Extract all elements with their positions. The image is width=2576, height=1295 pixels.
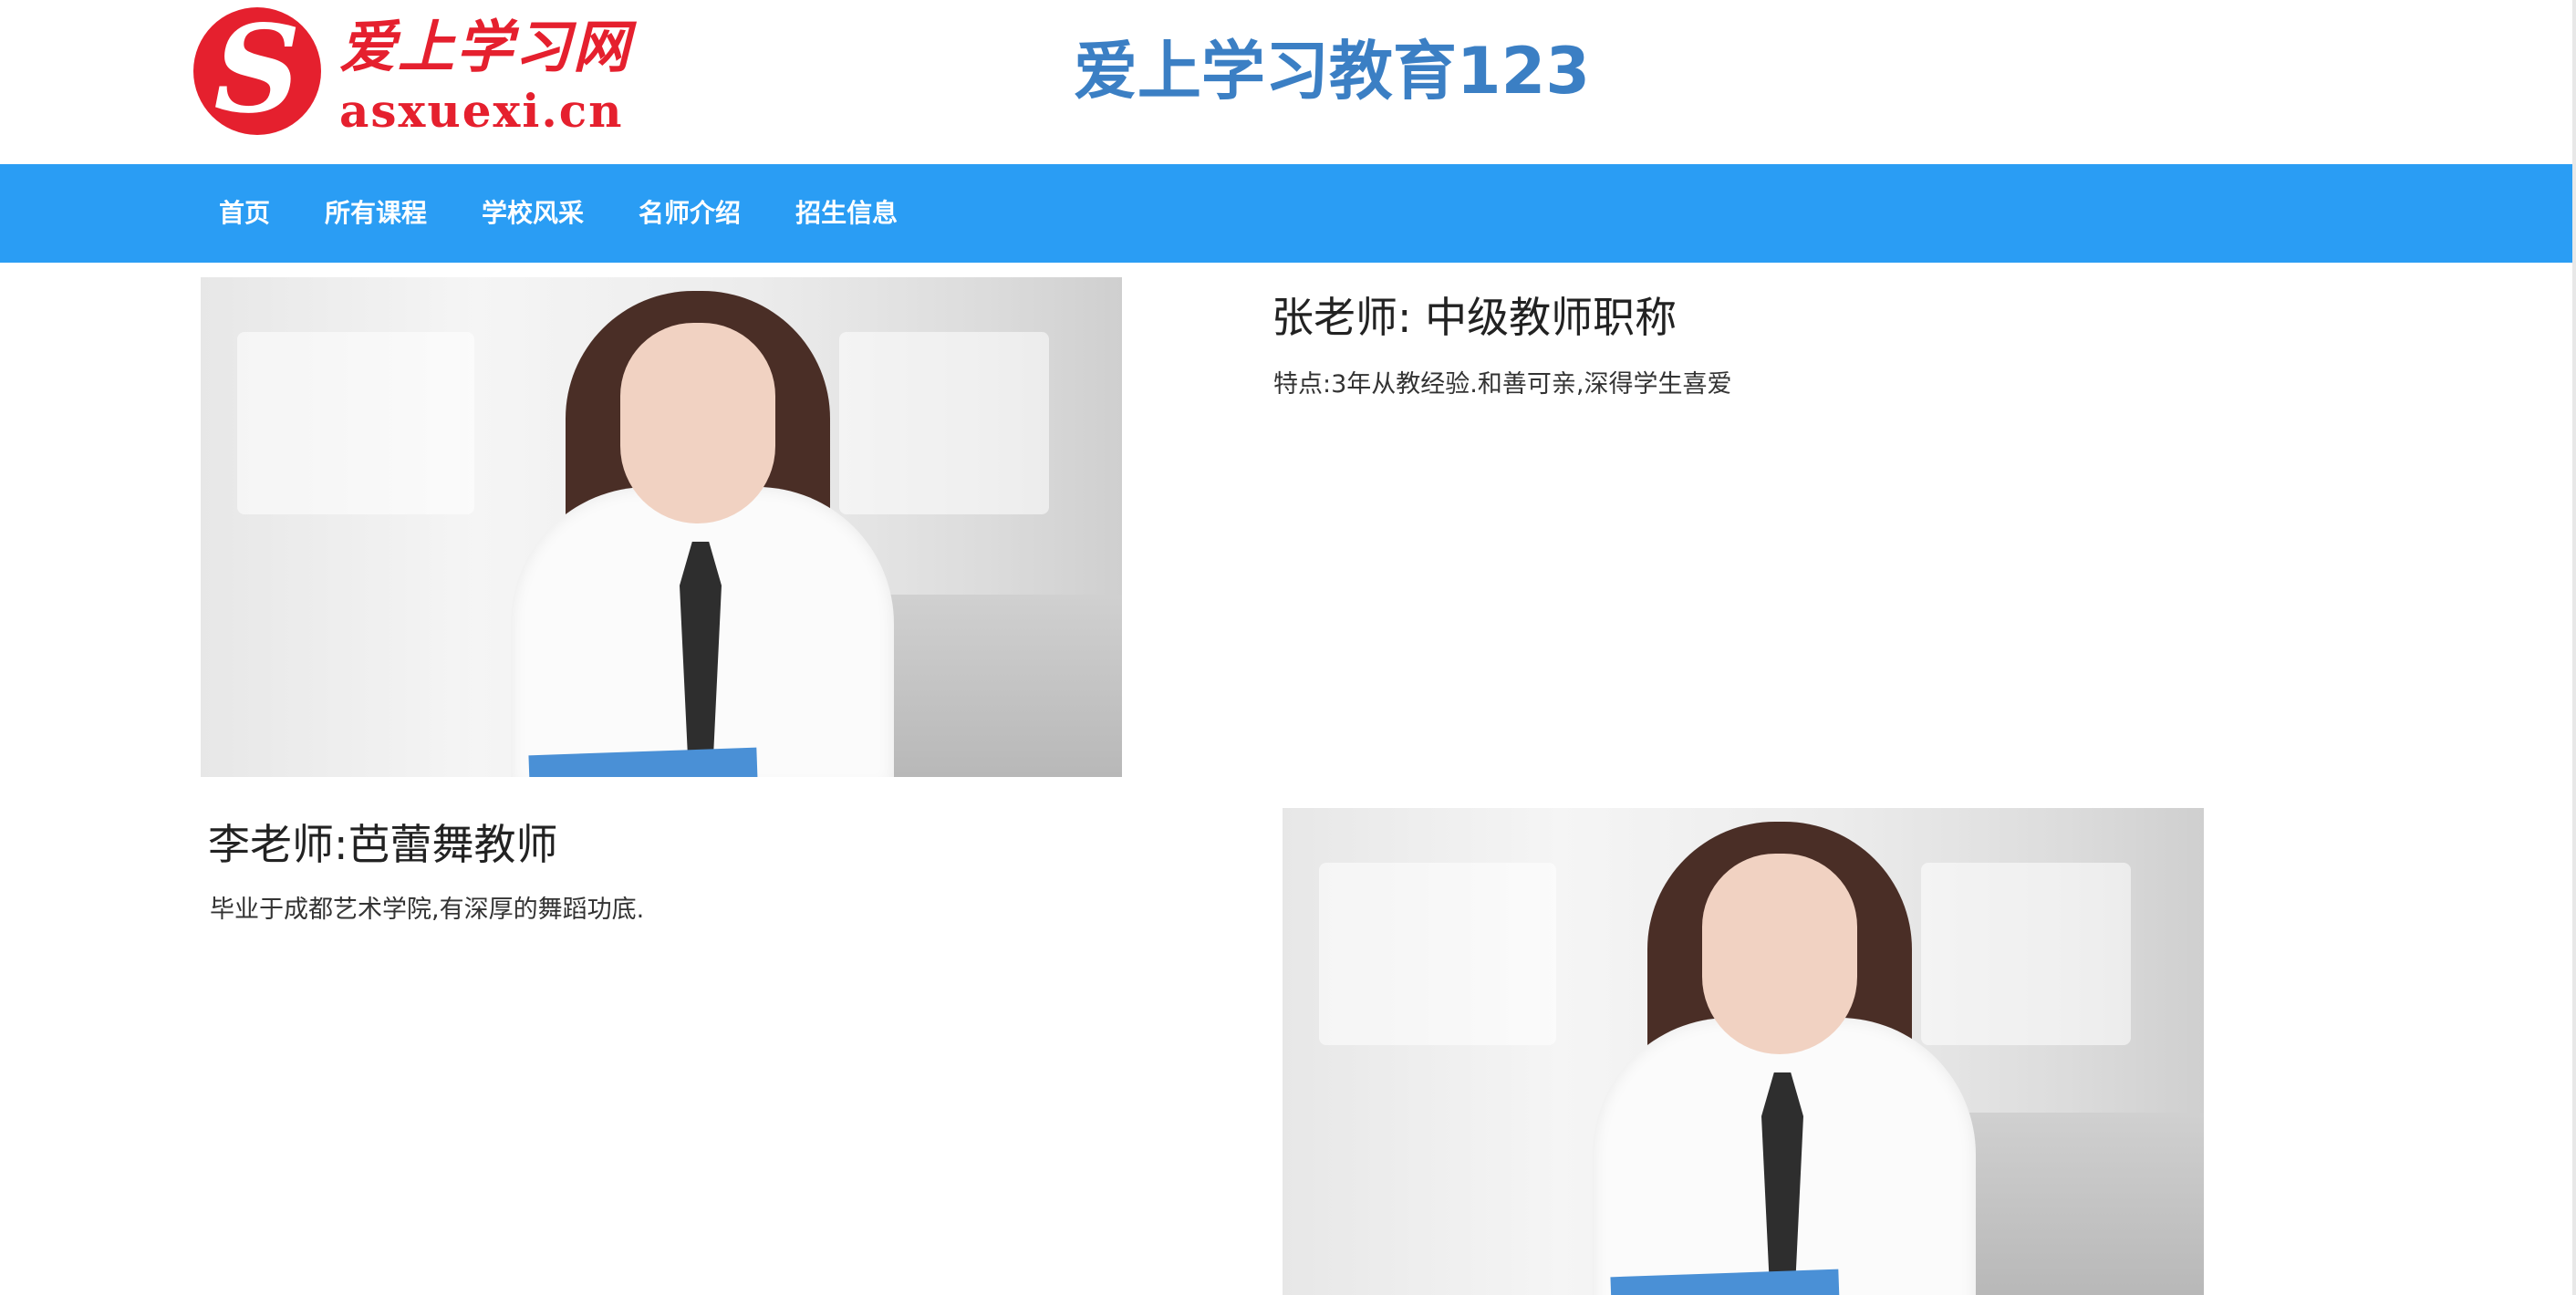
photo-window [237,332,474,514]
logo-text-en: asxuexi.cn [339,84,624,138]
photo-window [1319,863,1556,1045]
teacher-desc: 特点:3年从教经验.和善可亲,深得学生喜爱 [1273,370,1732,399]
photo-face [620,323,775,523]
logo-text-cn: 爱上学习网 [339,14,632,80]
nav-item-school[interactable]: 学校风采 [454,164,611,263]
site-header: S 爱上学习网 asxuexi.cn 爱上学习教育123 [0,0,2576,164]
teacher-photo [1283,808,2204,1295]
teacher-desc: 毕业于成都艺术学院,有深厚的舞蹈功底. [210,896,645,924]
nav-item-home[interactable]: 首页 [192,164,297,263]
teacher-name: 李老师:芭蕾舞教师 [208,820,558,869]
photo-window [1921,863,2131,1045]
teacher-name: 张老师: 中级教师职称 [1272,293,1678,342]
site-title: 爱上学习教育123 [1073,34,1591,109]
site-logo[interactable]: S 爱上学习网 asxuexi.cn [193,7,629,138]
photo-face [1702,854,1857,1054]
nav-item-courses[interactable]: 所有课程 [297,164,454,263]
nav-list: 首页 所有课程 学校风采 名师介绍 招生信息 [192,164,925,263]
nav-item-admissions[interactable]: 招生信息 [768,164,925,263]
main-nav: 首页 所有课程 学校风采 名师介绍 招生信息 [0,164,2572,263]
teacher-photo [201,277,1122,777]
nav-item-teachers[interactable]: 名师介绍 [611,164,768,263]
logo-badge-icon: S [193,7,321,135]
photo-window [839,332,1049,514]
scrollbar[interactable] [2572,0,2576,1295]
